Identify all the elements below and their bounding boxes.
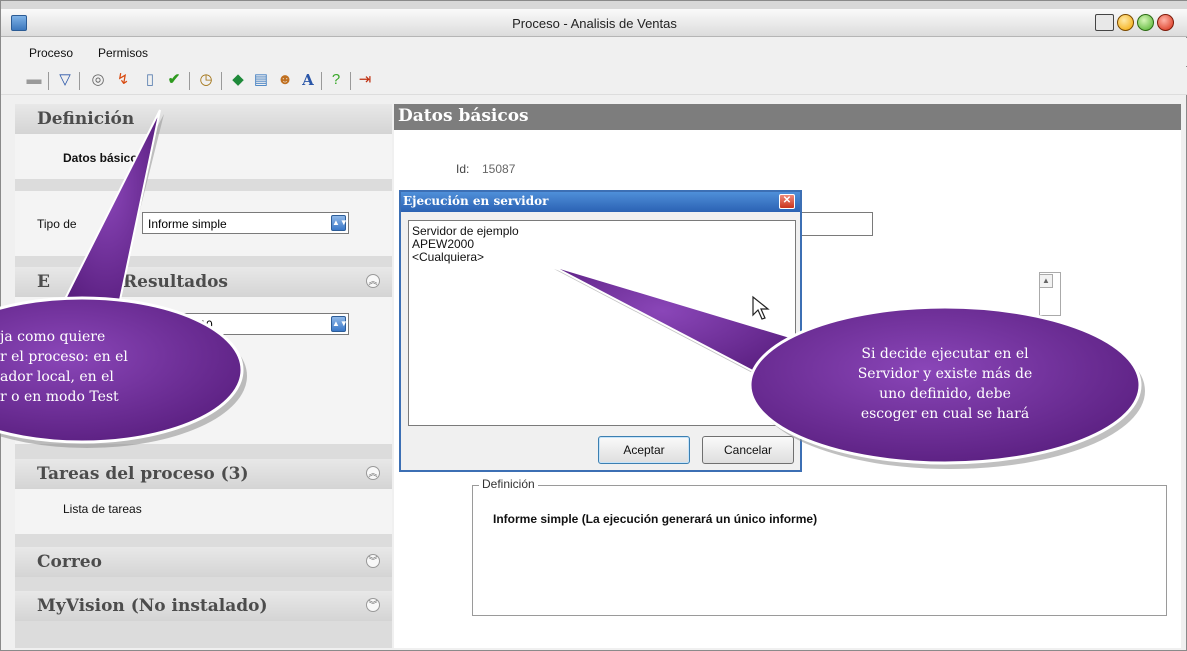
callout-line: uno definido, debe bbox=[879, 386, 1011, 402]
form-icon[interactable]: ▤ bbox=[252, 71, 270, 89]
toolbar-separator bbox=[79, 72, 80, 90]
callout-line: ja como quiere bbox=[0, 329, 106, 345]
section-title: MyVision (No instalado) bbox=[37, 596, 268, 616]
clock-icon[interactable]: ◷ bbox=[197, 71, 215, 89]
minimize-button[interactable] bbox=[1117, 14, 1134, 31]
callout-line: ador local, en el bbox=[0, 369, 114, 385]
section-title: Resultados bbox=[123, 272, 228, 292]
section-title: Tareas del proceso (3) bbox=[37, 464, 249, 484]
server-list[interactable]: Servidor de ejemplo APEW2000 <Cualquiera… bbox=[408, 220, 796, 426]
section-tareas-header[interactable]: Tareas del proceso (3) ︽ bbox=[15, 459, 392, 489]
sidebar-item-lista-tareas[interactable]: Lista de tareas bbox=[63, 502, 142, 516]
callout-line: r o en modo Test bbox=[0, 389, 119, 405]
toolbar-separator bbox=[221, 72, 222, 90]
section-resultados-header[interactable]: E Resultados ︽ bbox=[15, 267, 392, 297]
mouse-cursor-icon bbox=[752, 295, 770, 320]
tipo-label: Tipo de bbox=[37, 217, 77, 231]
font-icon[interactable]: A bbox=[299, 71, 317, 89]
callout-line: escoger en cual se hará bbox=[860, 406, 1030, 422]
scroll-up-arrow-icon[interactable]: ▲ bbox=[1039, 274, 1053, 288]
accept-button[interactable]: Aceptar bbox=[598, 436, 690, 464]
close-button[interactable] bbox=[1157, 14, 1174, 31]
bolt-icon[interactable]: ↯ bbox=[114, 71, 132, 89]
save-icon[interactable]: ▬ bbox=[25, 71, 43, 89]
toolbar-separator bbox=[189, 72, 190, 90]
check-icon[interactable]: ✔ bbox=[165, 71, 183, 89]
select-arrow-icon: ▲▼ bbox=[331, 215, 348, 231]
tipo-select[interactable]: Informe simple ▲▼ bbox=[142, 212, 349, 234]
id-label: Id: bbox=[456, 162, 470, 176]
print-icon[interactable] bbox=[1095, 14, 1114, 31]
content-title: Datos básicos bbox=[398, 106, 529, 126]
section-title-prefix: E bbox=[37, 272, 50, 292]
callout-line: Si decide ejecutar en el bbox=[861, 346, 1029, 362]
section-tareas-body: Lista de tareas bbox=[15, 489, 392, 534]
chevron-up-icon[interactable]: ︽ bbox=[366, 466, 380, 480]
section-title: Definición bbox=[37, 109, 135, 129]
server-dialog: Ejecución en servidor ✕ Servidor de ejem… bbox=[399, 190, 802, 472]
filter-icon[interactable]: ▽ bbox=[56, 71, 74, 89]
section-myvision-header[interactable]: MyVision (No instalado) ︾ bbox=[15, 591, 392, 621]
name-field[interactable] bbox=[798, 212, 873, 236]
id-value: 15087 bbox=[482, 162, 516, 176]
callout-left-text: ja como quiere r el proceso: en el ador … bbox=[0, 327, 170, 407]
section-correo-header[interactable]: Correo ︾ bbox=[15, 547, 392, 577]
callout-right-text: Si decide ejecutar en el Servidor y exis… bbox=[810, 344, 1080, 424]
window-controls bbox=[1095, 14, 1174, 31]
help-icon[interactable]: ? bbox=[327, 71, 345, 89]
tipo-select-value: Informe simple bbox=[148, 217, 227, 231]
users-icon[interactable]: ☻ bbox=[276, 71, 294, 89]
toolbar-separator bbox=[350, 72, 351, 90]
toolbar: ▬ ▽ ◎ ↯ ▯ ✔ ◷ ◆ ▤ ☻ A ? ⇥ bbox=[1, 67, 1187, 95]
toolbar-separator bbox=[48, 72, 49, 90]
section-definicion-header[interactable]: Definición bbox=[15, 104, 392, 134]
resultados-select[interactable]: 2010 ▲▼ bbox=[180, 313, 349, 335]
run-icon[interactable]: ◎ bbox=[89, 71, 107, 89]
callout-line: r el proceso: en el bbox=[0, 349, 128, 365]
dialog-close-icon[interactable]: ✕ bbox=[779, 194, 795, 209]
section-title: Correo bbox=[37, 552, 102, 572]
toolbar-separator bbox=[321, 72, 322, 90]
menu-bar: Proceso Permisos bbox=[1, 38, 1187, 66]
definicion-text: Informe simple (La ejecución generará un… bbox=[493, 512, 818, 526]
resultados-select-value: 2010 bbox=[186, 318, 213, 332]
callout-line: Servidor y existe más de bbox=[857, 366, 1033, 382]
chevron-down-icon[interactable]: ︾ bbox=[366, 554, 380, 568]
select-arrow-icon: ▲▼ bbox=[331, 316, 348, 332]
definicion-group: Definición Informe simple (La ejecución … bbox=[472, 477, 1167, 616]
window-title: Proceso - Analisis de Ventas bbox=[512, 16, 677, 31]
definicion-legend: Definición bbox=[479, 477, 538, 491]
section-definicion-body: Datos básicos bbox=[15, 134, 392, 179]
maximize-button[interactable] bbox=[1137, 14, 1154, 31]
shield-icon[interactable]: ▯ bbox=[141, 71, 159, 89]
chevron-up-icon[interactable]: ︽ bbox=[366, 274, 380, 288]
dialog-title: Ejecución en servidor bbox=[403, 194, 549, 208]
section-tipo-body: Tipo de Informe simple ▲▼ bbox=[15, 191, 392, 256]
sidebar-item-datos-basicos[interactable]: Datos básicos bbox=[63, 151, 144, 165]
exit-icon[interactable]: ⇥ bbox=[356, 71, 374, 89]
menu-proceso[interactable]: Proceso bbox=[29, 46, 73, 60]
eye-icon[interactable]: ◆ bbox=[229, 71, 247, 89]
app-window: Proceso - Analisis de Ventas Proceso Per… bbox=[0, 0, 1187, 651]
menu-permisos[interactable]: Permisos bbox=[98, 46, 148, 60]
list-item[interactable]: <Cualquiera> bbox=[412, 251, 792, 264]
chevron-down-icon[interactable]: ︾ bbox=[366, 598, 380, 612]
dialog-title-bar[interactable]: Ejecución en servidor ✕ bbox=[401, 192, 800, 212]
cancel-button[interactable]: Cancelar bbox=[702, 436, 794, 464]
title-bar[interactable]: Proceso - Analisis de Ventas bbox=[1, 9, 1187, 37]
content-header: Datos básicos bbox=[394, 104, 1181, 130]
